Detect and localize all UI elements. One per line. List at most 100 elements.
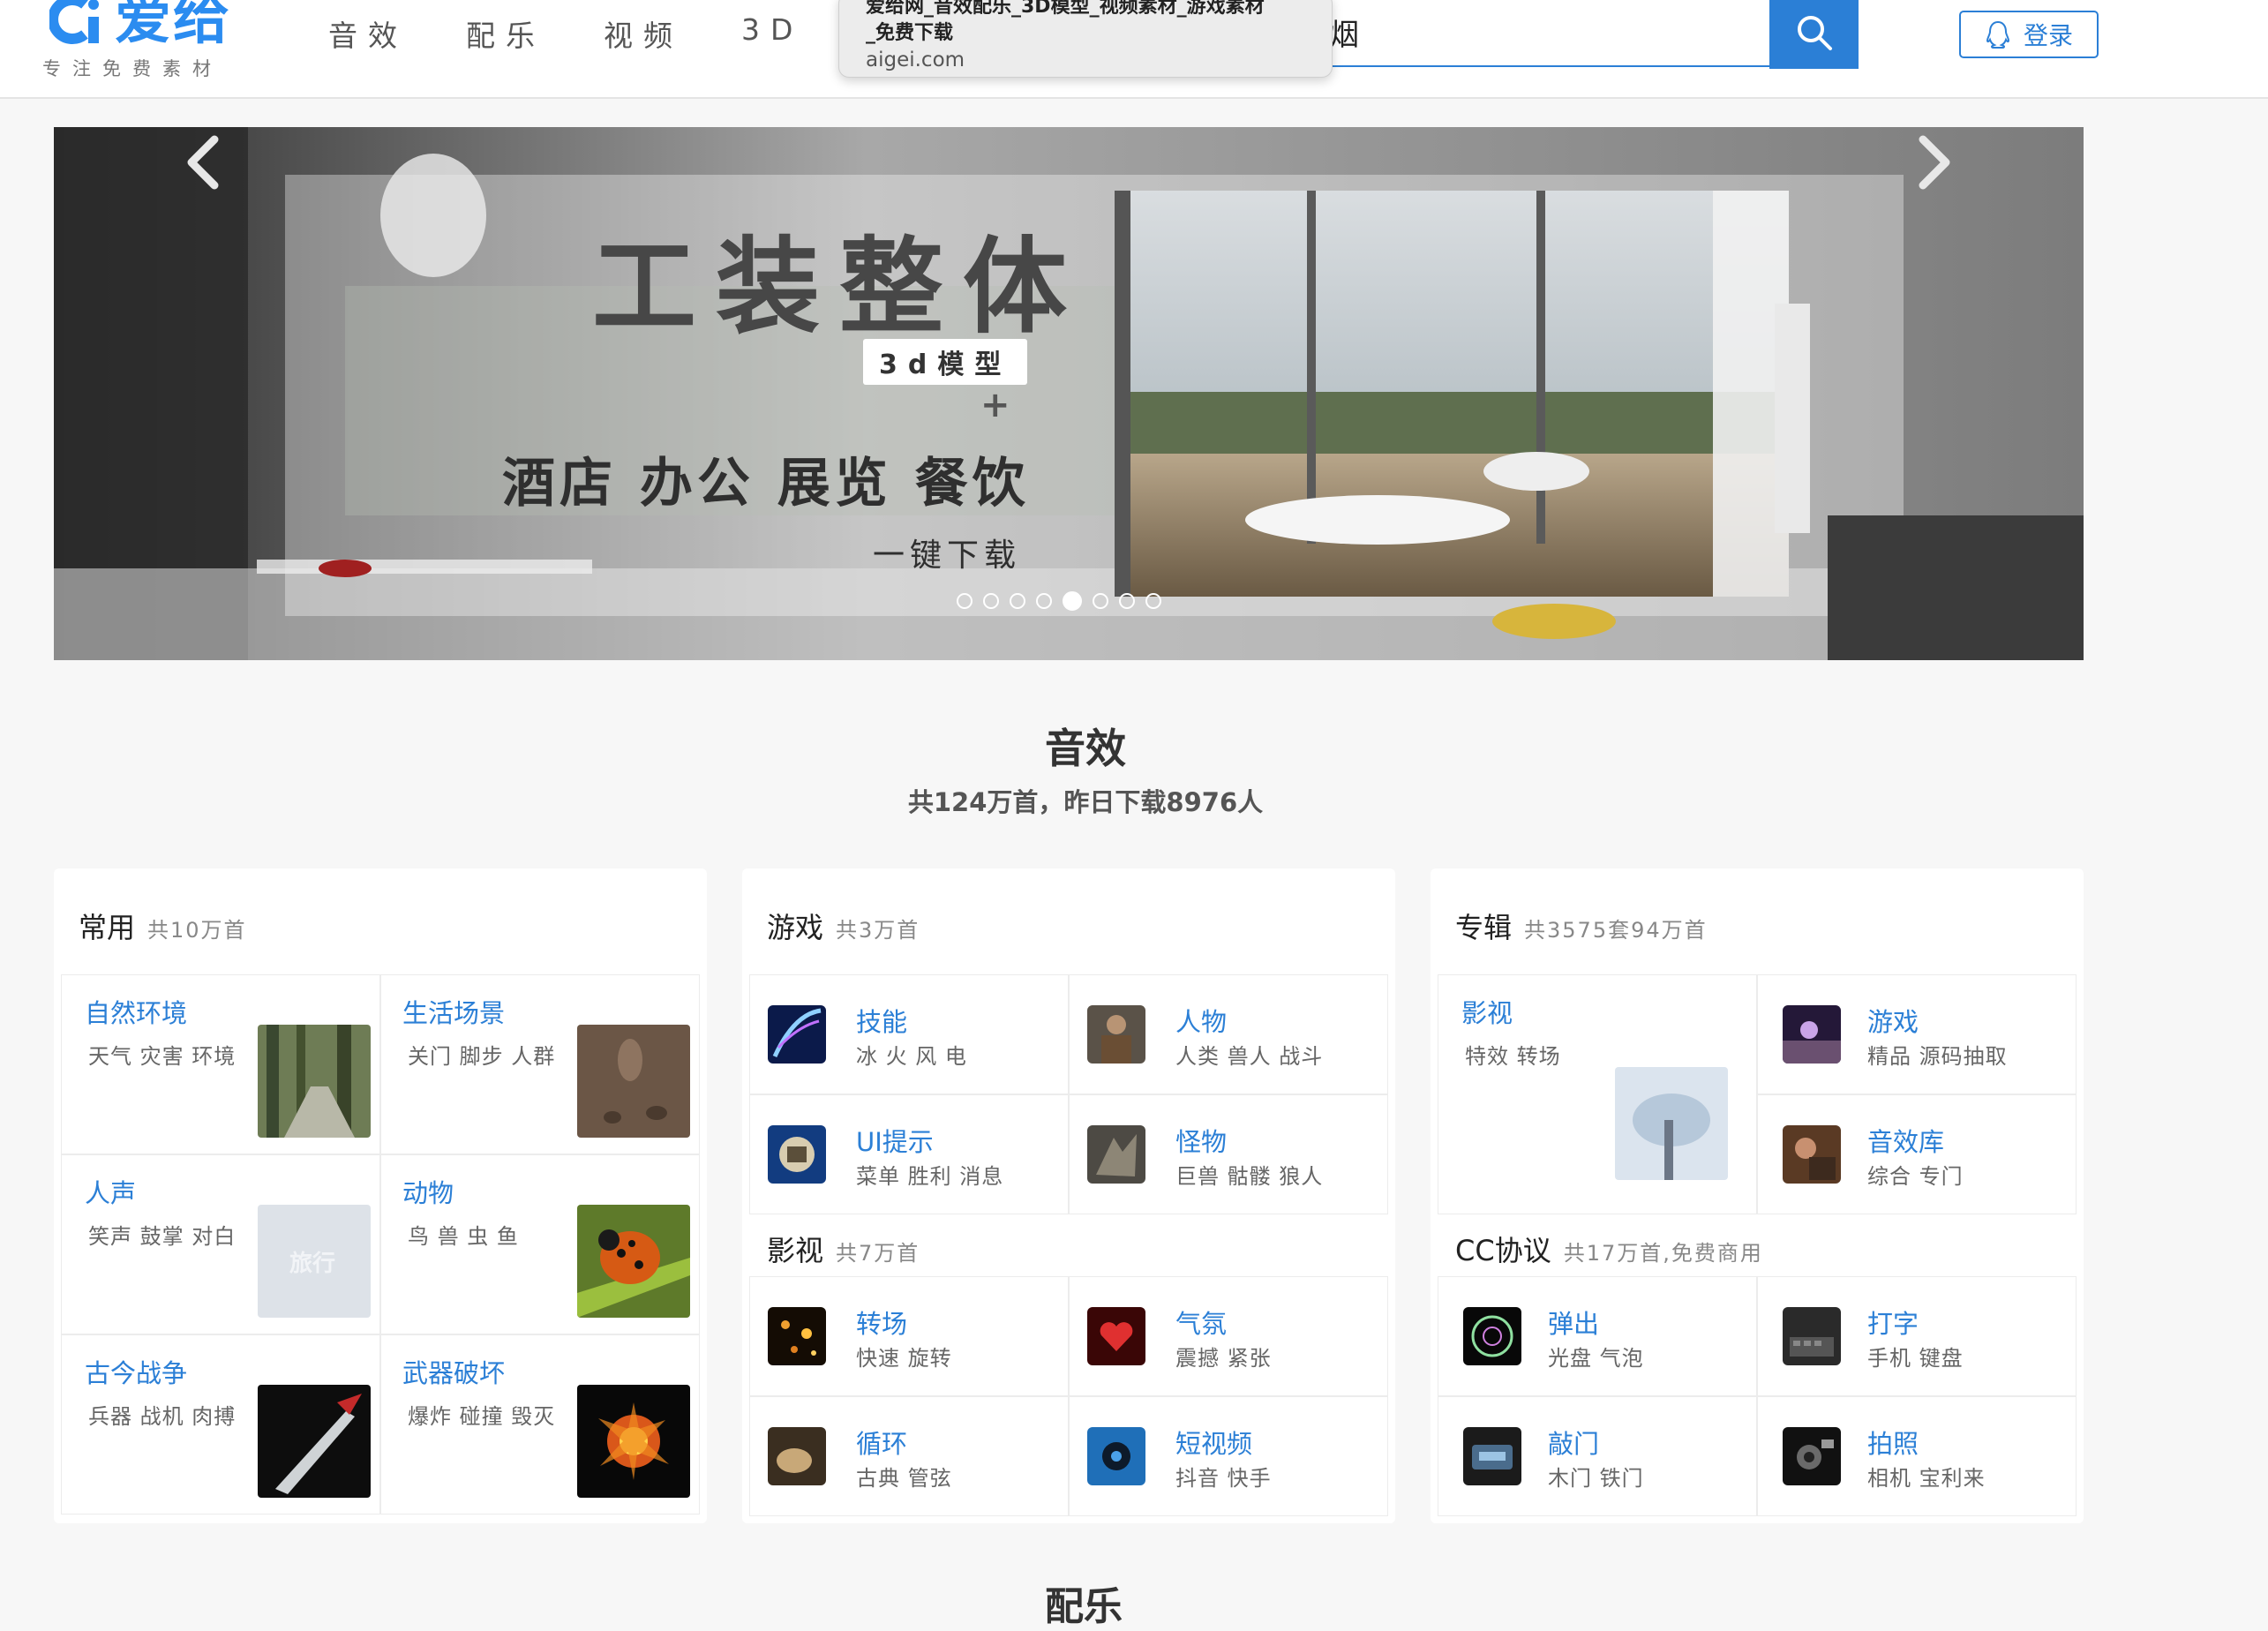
card-album-title: 专辑 [1455, 911, 1513, 944]
search-input[interactable] [1315, 0, 1774, 67]
card-film-count: 共7万首 [836, 1241, 920, 1266]
album-game[interactable]: 游戏 精品 源码抽取 [1757, 974, 2076, 1094]
category-weapons[interactable]: 武器破坏 爆炸 碰撞 毁灭 [380, 1334, 700, 1514]
category-ui-prompt[interactable]: UI提示 菜单 胜利 消息 [749, 1094, 1069, 1214]
category-tags: 天气 灾害 环境 [88, 1044, 237, 1069]
carousel-prev-icon[interactable] [177, 127, 230, 198]
category-tags: 人类 兽人 战斗 [1175, 1044, 1324, 1069]
category-nature[interactable]: 自然环境 天气 灾害 环境 [61, 974, 380, 1154]
login-button[interactable]: 登录 [1959, 11, 2099, 58]
category-monsters[interactable]: 怪物 巨兽 骷髅 狼人 [1069, 1094, 1388, 1214]
category-title: 转场 [856, 1309, 908, 1339]
category-typing[interactable]: 打字 手机 键盘 [1757, 1276, 2076, 1396]
pop-icon [1463, 1307, 1521, 1365]
category-tags: 兵器 战机 肉搏 [88, 1404, 237, 1429]
category-title: UI提示 [856, 1127, 934, 1157]
tooltip-title-line1: 爱给网_音效配乐_3D模型_视频素材_游戏素材 [866, 0, 1265, 18]
carousel-next-icon[interactable] [1907, 127, 1960, 198]
knock-icon [1463, 1427, 1521, 1485]
weapons-thumbnail [577, 1385, 690, 1498]
camera-icon [1783, 1427, 1841, 1485]
category-tags: 爆炸 碰撞 毁灭 [408, 1404, 556, 1429]
category-war[interactable]: 古今战争 兵器 战机 肉搏 [61, 1334, 380, 1514]
life-scenes-thumbnail [577, 1025, 690, 1138]
carousel-dots [957, 591, 1161, 611]
war-thumbnail [258, 1385, 371, 1498]
loop-icon [768, 1427, 826, 1485]
category-tags: 鸟 兽 虫 鱼 [408, 1224, 519, 1249]
nature-thumbnail [258, 1025, 371, 1138]
nav-video[interactable]: 视频 [604, 12, 683, 55]
next-section: 配乐 [0, 1571, 2268, 1629]
category-knock[interactable]: 敲门 木门 铁门 [1438, 1396, 1757, 1516]
category-transition[interactable]: 转场 快速 旋转 [749, 1276, 1069, 1396]
nav-sound-effects[interactable]: 音效 [328, 12, 408, 55]
album-film-thumbnail [1615, 1067, 1728, 1180]
card-common-title: 常用 [79, 911, 136, 944]
site-logo[interactable]: 爱给 [49, 0, 231, 55]
banner-cta: 一键下载 [873, 537, 1022, 574]
category-title: 循环 [856, 1429, 908, 1459]
category-title: 短视频 [1175, 1429, 1253, 1459]
category-life-scenes[interactable]: 生活场景 关门 脚步 人群 [380, 974, 700, 1154]
carousel-dot[interactable] [1036, 593, 1052, 609]
card-game-count: 共3万首 [836, 918, 920, 943]
category-voice[interactable]: 人声 笑声 鼓掌 对白 旅行 [61, 1154, 380, 1334]
category-loop[interactable]: 循环 古典 管弦 [749, 1396, 1069, 1516]
site-header: 爱给 专注免费素材 音效 配乐 视频 3D 登录 爱给网_音效配乐_3D模型_视… [0, 0, 2268, 99]
category-tags: 综合 专门 [1867, 1164, 1964, 1189]
carousel-dot[interactable] [1010, 593, 1025, 609]
category-title: 人物 [1175, 1007, 1228, 1037]
transition-icon [768, 1307, 826, 1365]
banner-tag: 3d模型 [863, 339, 1028, 385]
logo-text: 爱给 [115, 0, 231, 52]
category-tags: 手机 键盘 [1867, 1346, 1964, 1371]
category-tags: 抖音 快手 [1175, 1466, 1272, 1491]
qq-icon [1986, 20, 2009, 49]
card-cc-heading: CC协议 共17万首,免费商用 [1455, 1229, 1763, 1269]
nav-music[interactable]: 配乐 [466, 12, 545, 55]
category-tags: 笑声 鼓掌 对白 [88, 1224, 237, 1249]
ui-prompt-icon [768, 1125, 826, 1184]
category-atmosphere[interactable]: 气氛 震撼 紧张 [1069, 1276, 1388, 1396]
category-title: 怪物 [1175, 1127, 1228, 1157]
album-sound-library[interactable]: 音效库 综合 专门 [1757, 1094, 2076, 1214]
card-cc-count: 共17万首,免费商用 [1563, 1241, 1763, 1266]
carousel-dot[interactable] [1063, 591, 1082, 611]
skills-icon [768, 1005, 826, 1064]
album-film[interactable]: 影视 特效 转场 [1438, 974, 1757, 1214]
short-video-icon [1087, 1427, 1145, 1485]
banner-subtitle: 酒店 办公 展览 餐饮 [502, 453, 1030, 515]
category-title: 技能 [856, 1007, 908, 1037]
category-title: 弹出 [1548, 1309, 1600, 1339]
search-button[interactable] [1769, 0, 1859, 69]
carousel-dot[interactable] [1145, 593, 1161, 609]
category-characters[interactable]: 人物 人类 兽人 战斗 [1069, 974, 1388, 1094]
hero-banner[interactable]: 工装整体 3d模型 + 酒店 办公 展览 餐饮 一键下载 [54, 127, 2084, 660]
nav-3d[interactable]: 3D [741, 12, 803, 55]
album-game-icon [1783, 1005, 1841, 1064]
tooltip-title-line2: _免费下载 [866, 22, 954, 44]
category-title: 敲门 [1548, 1429, 1600, 1459]
category-skills[interactable]: 技能 冰 火 风 电 [749, 974, 1069, 1094]
main-nav: 音效 配乐 视频 3D [328, 12, 861, 55]
category-tags: 相机 宝利来 [1867, 1466, 1986, 1491]
category-title: 自然环境 [85, 998, 188, 1028]
card-cc-title: CC协议 [1455, 1234, 1551, 1267]
carousel-dot[interactable] [1093, 593, 1108, 609]
category-short-video[interactable]: 短视频 抖音 快手 [1069, 1396, 1388, 1516]
category-pop[interactable]: 弹出 光盘 气泡 [1438, 1276, 1757, 1396]
category-tags: 特效 转场 [1465, 1044, 1561, 1069]
category-animals[interactable]: 动物 鸟 兽 虫 鱼 [380, 1154, 700, 1334]
category-photo[interactable]: 拍照 相机 宝利来 [1757, 1396, 2076, 1516]
card-album-count: 共3575套94万首 [1524, 918, 1708, 943]
carousel-dot[interactable] [957, 593, 973, 609]
carousel-dot[interactable] [1119, 593, 1135, 609]
characters-icon [1087, 1005, 1145, 1064]
carousel-dot[interactable] [983, 593, 999, 609]
category-title: 人声 [85, 1178, 137, 1208]
category-title: 影视 [1461, 998, 1513, 1028]
atmosphere-icon [1087, 1307, 1145, 1365]
category-tags: 古典 管弦 [856, 1466, 952, 1491]
category-title: 古今战争 [85, 1358, 188, 1388]
